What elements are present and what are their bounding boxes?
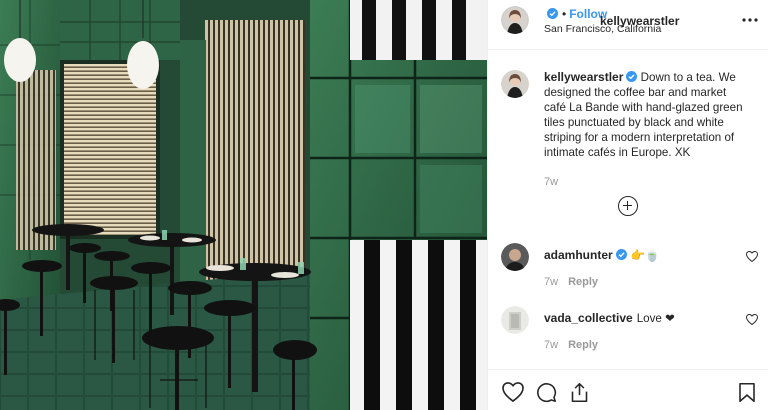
comment-avatar[interactable]	[501, 243, 529, 271]
verified-badge-icon	[626, 71, 638, 82]
comment-meta: 7w Reply	[544, 339, 598, 351]
author-avatar[interactable]	[501, 6, 529, 34]
separator-dot: •	[562, 7, 567, 21]
comment-line: adamhunter 👉🍵	[544, 248, 660, 262]
comment-item: adamhunter 👉🍵 7w Reply	[501, 243, 761, 293]
more-options-icon[interactable]	[742, 10, 758, 26]
comment-username[interactable]: adamhunter	[544, 248, 613, 262]
caption-text-block: kellywearstler Down to a tea. We designe…	[544, 70, 749, 160]
verified-badge-icon	[547, 8, 558, 19]
post-header: kellywearstler • Follow San Francisco, Cal…	[488, 0, 768, 50]
reply-button[interactable]: Reply	[568, 276, 598, 288]
caption-timestamp: 7w	[544, 176, 559, 188]
comment-text: Love ❤	[636, 312, 675, 325]
comment-item: vada_collective Love ❤ 7w Reply	[501, 306, 761, 356]
caption-text: Down to a tea. We designed the coffee ba…	[544, 71, 743, 159]
header-title-line: kellywearstler • Follow	[544, 7, 679, 28]
comment-like-heart-icon[interactable]	[745, 313, 759, 328]
comment-line: vada_collective Love ❤	[544, 311, 675, 325]
post-sidebar: kellywearstler • Follow San Francisco, Cal…	[487, 0, 768, 410]
comment-timestamp: 7w	[544, 276, 559, 288]
bookmark-icon[interactable]	[738, 382, 756, 406]
comment-timestamp: 7w	[544, 339, 559, 351]
reply-button[interactable]: Reply	[568, 339, 598, 351]
instagram-post-view: kellywearstler • Follow San Francisco, Cal…	[0, 0, 768, 410]
comment-text: 👉🍵	[630, 249, 660, 262]
share-icon[interactable]	[569, 382, 590, 406]
post-photo[interactable]	[0, 0, 487, 410]
comment-bubble-icon[interactable]	[536, 382, 557, 406]
post-action-bar	[488, 369, 768, 410]
caption-username[interactable]: kellywearstler	[544, 70, 623, 84]
comment-avatar[interactable]	[501, 306, 529, 334]
cafe-interior-image	[0, 0, 487, 410]
plus-circle-icon[interactable]	[618, 196, 638, 216]
comment-like-heart-icon[interactable]	[745, 250, 759, 265]
comment-username[interactable]: vada_collective	[544, 311, 633, 325]
caption-author-avatar[interactable]	[501, 70, 529, 98]
post-location[interactable]: San Francisco, California	[544, 23, 661, 35]
comment-meta: 7w Reply	[544, 276, 598, 288]
verified-badge-icon	[615, 249, 627, 260]
heart-icon[interactable]	[502, 382, 524, 405]
